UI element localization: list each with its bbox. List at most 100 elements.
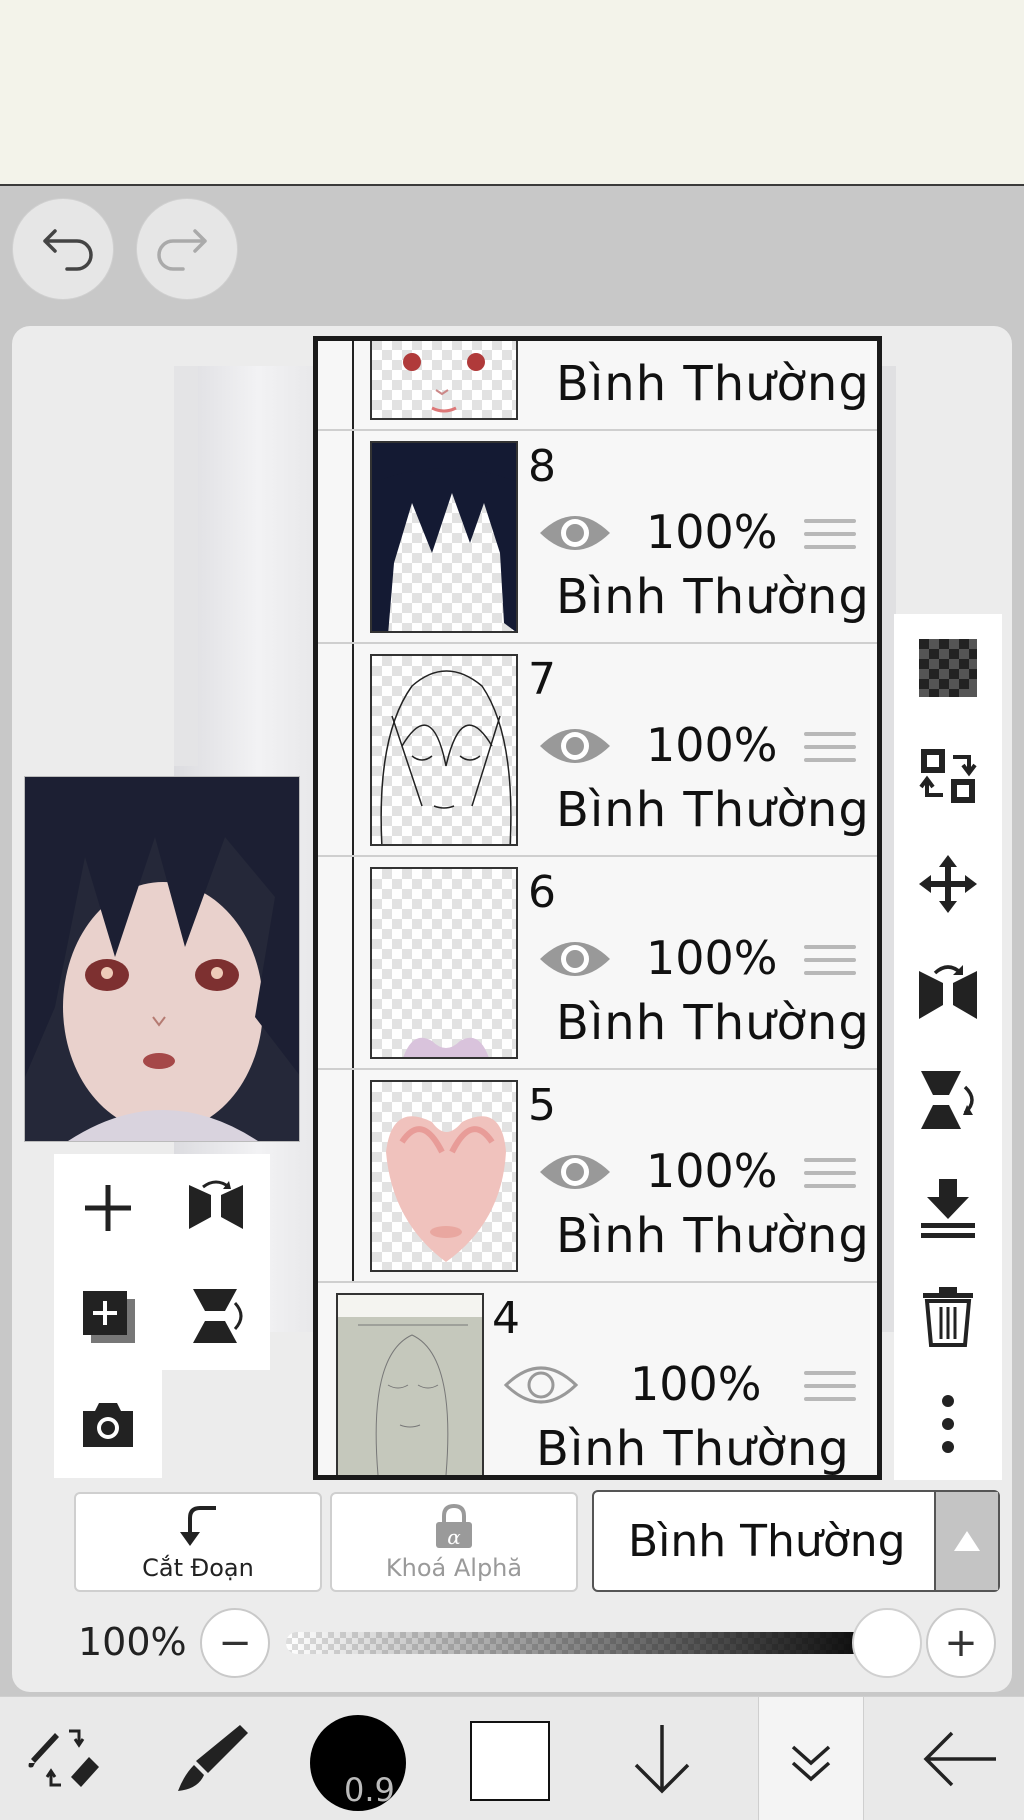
camera-icon [83,1403,133,1447]
layer-thumbnail [370,341,518,420]
layer-number: 4 [492,1293,520,1344]
alpha-lock-label: Khoá Alphă [385,1554,523,1582]
flip-horizontal-button[interactable] [162,1154,270,1262]
layer-thumbnail [370,867,518,1059]
opacity-minus-button[interactable]: − [200,1608,270,1678]
swap-layers-icon [919,749,977,803]
layer-opacity: 100% [646,718,778,772]
brush-eraser-swap-icon [28,1729,99,1787]
clip-indent-line [352,857,354,1068]
layer-blend-mode: Bình Thường [556,356,870,412]
visibility-eye-icon[interactable] [536,336,614,348]
layer-row[interactable]: 4 100% Bình Thường [318,1283,877,1477]
clip-indent-line [352,341,354,429]
layer-blend-mode: Bình Thường [556,569,870,625]
opacity-plus-button[interactable]: + [926,1608,996,1678]
lock-icon: α [436,1503,472,1549]
layer-blend-mode: Bình Thường [536,1421,850,1477]
layer-thumbnail [370,1080,518,1272]
add-copy-layer-icon [83,1291,135,1343]
opacity-slider[interactable] [286,1632,896,1654]
camera-button[interactable] [54,1370,162,1478]
collapse-panel-button[interactable] [758,1697,864,1820]
double-chevron-down-icon [791,1745,831,1782]
layer-row[interactable]: 8 100% Bình Thường [318,431,877,644]
clip-arrow-icon [180,1506,216,1546]
layer-blend-mode: Bình Thường [556,1208,870,1264]
plus-icon: + [944,1620,978,1666]
layer-number: 5 [528,1080,556,1131]
visibility-eye-icon[interactable] [536,1144,614,1200]
left-tool-panel-2 [54,1370,162,1478]
opacity-value: 100% [78,1620,187,1664]
layer-blend-mode: Bình Thường [556,995,870,1051]
drag-handle-icon[interactable] [804,1371,856,1409]
layer-row[interactable]: 5 100% Bình Thường [318,1070,877,1283]
layer-list[interactable]: 100% Bình Thường 8 100% Bình Thường 7 10… [313,336,882,1480]
visibility-eye-icon[interactable] [536,931,614,987]
layer-opacity: 100% [646,341,778,346]
more-options-button[interactable] [894,1370,1002,1478]
drag-handle-icon[interactable] [804,732,856,770]
layer-row[interactable]: 6 100% Bình Thường [318,857,877,1070]
more-icon [942,1395,954,1453]
redo-button[interactable] [136,198,238,300]
svg-text:α: α [447,1525,461,1549]
dropdown-arrow-icon[interactable] [934,1492,998,1590]
clip-indent-line [352,644,354,855]
blend-mode-select[interactable]: Bình Thường [592,1490,1000,1592]
visibility-eye-icon[interactable] [502,1357,580,1413]
layer-blend-mode: Bình Thường [556,782,870,838]
transparency-button[interactable] [894,614,1002,722]
back-button[interactable] [910,1697,1010,1820]
move-button[interactable] [894,830,1002,938]
merge-down-button[interactable] [894,1154,1002,1262]
add-layer-button[interactable] [54,1154,162,1262]
brush-eraser-swap-button[interactable] [20,1697,110,1820]
layer-opacity: 100% [646,931,778,985]
drag-handle-icon[interactable] [804,1158,856,1196]
brush-tool-button[interactable] [160,1697,260,1820]
opacity-slider-handle[interactable] [852,1608,922,1678]
layer-row[interactable]: 7 100% Bình Thường [318,644,877,857]
layer-row[interactable]: 100% Bình Thường [318,336,877,431]
undo-button[interactable] [12,198,114,300]
visibility-eye-icon[interactable] [536,718,614,774]
canvas-edge [174,366,198,766]
visibility-eye-icon[interactable] [536,505,614,561]
flip-horizontal-rotate-button[interactable] [894,938,1002,1046]
clip-label: Cắt Đoạn [142,1554,254,1582]
flip-vertical-icon [193,1289,243,1343]
drag-handle-icon[interactable] [804,519,856,557]
move-icon [919,855,977,913]
clip-indent-line [352,431,354,642]
flip-vertical-rotate-button[interactable] [894,1046,1002,1154]
clip-indent-line [352,1070,354,1281]
copy-layer-button[interactable] [54,1262,162,1370]
flip-v-rotate-icon [921,1071,974,1129]
drag-handle-icon[interactable] [804,945,856,983]
canvas-thumbnail[interactable] [24,776,300,1142]
layer-number: 8 [528,441,556,492]
layer-opacity: 100% [646,1144,778,1198]
brush-icon [178,1725,248,1791]
drag-handle-icon[interactable] [804,341,856,344]
alpha-lock-button[interactable]: α Khoá Alphă [330,1492,578,1592]
transparency-icon [919,639,977,697]
clip-button[interactable]: Cắt Đoạn [74,1492,322,1592]
flip-vertical-button[interactable] [162,1262,270,1370]
delete-layer-button[interactable] [894,1262,1002,1370]
top-bar [0,0,1024,186]
undo-icon [43,229,93,271]
bottom-toolbar: 0.9 [0,1696,1024,1820]
layer-thumbnail [370,441,518,633]
trash-icon [923,1287,973,1347]
layer-down-button[interactable] [612,1697,712,1820]
layer-thumbnail [370,654,518,846]
minus-icon: − [218,1620,252,1666]
arrow-down-icon [634,1725,690,1794]
color-swatch[interactable] [470,1721,550,1801]
swap-layers-button[interactable] [894,722,1002,830]
layer-number: 7 [528,654,556,705]
blend-mode-value: Bình Thường [628,1516,906,1567]
